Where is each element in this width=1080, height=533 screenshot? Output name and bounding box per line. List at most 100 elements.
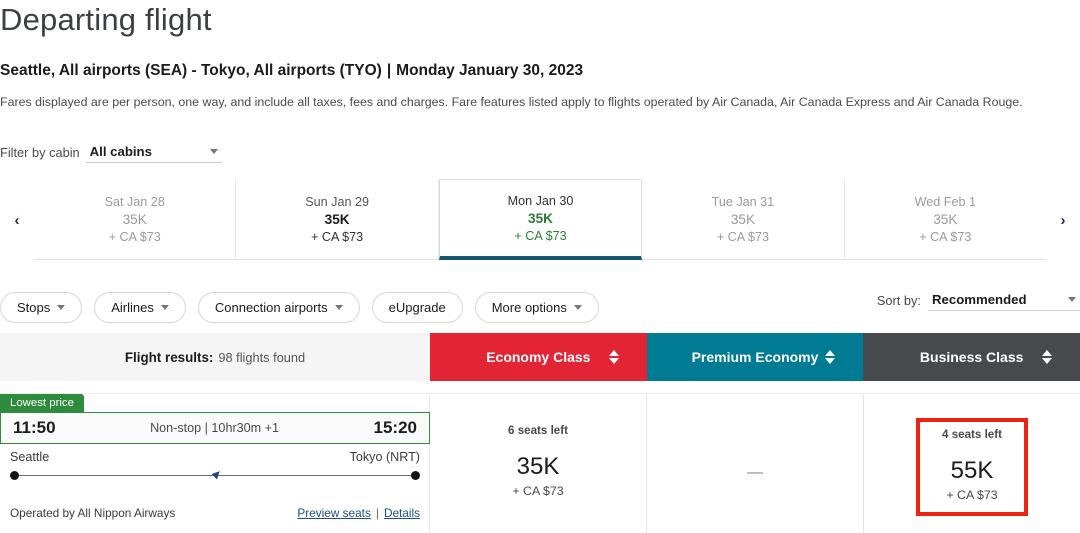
sort-by-label: Sort by: (876, 293, 921, 308)
operator-row: Operated by All Nippon Airways Preview s… (10, 506, 420, 520)
chevron-down-icon (1068, 297, 1076, 302)
chevron-down-icon (57, 304, 66, 310)
details-link[interactable]: Details (384, 506, 420, 520)
seats-left-business: 4 seats left (942, 428, 1002, 441)
sort-arrows-icon[interactable] (608, 350, 619, 364)
lowest-price-badge: Lowest price (0, 394, 84, 412)
destination-city: Tokyo (NRT) (349, 450, 420, 464)
class-header-premium-economy[interactable]: Premium Economy (646, 333, 864, 381)
date-tab-mon-jan-30[interactable]: Mon Jan 30 35K + CA $73 (438, 179, 643, 260)
class-header-business[interactable]: Business Class (863, 333, 1080, 381)
cabin-filter-select[interactable]: All cabins (85, 144, 222, 163)
date-tab-sun-jan-29[interactable]: Sun Jan 29 35K + CA $73 (236, 180, 439, 259)
filter-stops-button[interactable]: Stops (0, 291, 83, 323)
filter-label: eUpgrade (388, 299, 446, 315)
date-tab-day: Wed Feb 1 (914, 195, 977, 209)
date-tab-sat-jan-28[interactable]: Sat Jan 28 35K + CA $73 (34, 180, 237, 259)
class-header-bar: Flight results: 98 flights found Economy… (0, 333, 1080, 381)
fare-cell-economy[interactable]: 6 seats left 35K + CA $73 (430, 394, 647, 533)
class-header-label: Economy Class (486, 349, 591, 365)
filter-eupgrade-button[interactable]: eUpgrade (371, 291, 463, 323)
date-tab-day: Mon Jan 30 (507, 193, 574, 208)
date-tab-points: 35K (122, 212, 147, 227)
date-tab-points: 35K (933, 212, 958, 227)
fare-cell-premium-economy: — (647, 394, 864, 533)
route-endpoints: Seattle Tokyo (NRT) (10, 450, 420, 464)
filter-more-options-button[interactable]: More options (474, 291, 599, 323)
route-diagram: Seattle Tokyo (NRT) ▲ (10, 450, 420, 483)
flight-times: 11:50 Non-stop | 10hr30m +1 15:20 (0, 412, 430, 444)
filter-label: More options (491, 299, 567, 315)
date-tab-tax: + CA $73 (919, 230, 972, 244)
fare-points-business: 55K (950, 457, 994, 484)
flight-itinerary-pane: Lowest price 11:50 Non-stop | 10hr30m +1… (0, 394, 430, 533)
fare-unavailable-premium-economy: — (747, 464, 763, 481)
link-separator: | (375, 506, 379, 520)
chevron-down-icon (573, 304, 582, 310)
sort-by-control: Sort by: Recommended (877, 292, 1080, 311)
date-tab-points: 35K (324, 212, 350, 227)
destination-dot-icon (411, 471, 420, 480)
stops-and-duration: Non-stop | 10hr30m +1 (150, 421, 279, 435)
page-title: Departing flight (0, 2, 212, 37)
fare-points-economy: 35K (516, 453, 560, 480)
class-header-label: Premium Economy (691, 349, 819, 365)
fare-cell-business[interactable]: 4 seats left 55K + CA $73 (864, 394, 1080, 533)
flight-links: Preview seats | Details (297, 506, 420, 520)
prev-dates-button[interactable]: ‹ (0, 180, 34, 260)
flight-results-label: Flight results: (124, 349, 214, 365)
preview-seats-link[interactable]: Preview seats (297, 506, 370, 520)
date-strip: ‹ Sat Jan 28 35K + CA $73 Sun Jan 29 35K… (0, 179, 1080, 260)
origin-dot-icon (10, 471, 19, 480)
cabin-filter-label: Filter by cabin (0, 145, 80, 160)
departure-date: Monday January 30, 2023 (396, 62, 584, 79)
fare-disclaimer: Fares displayed are per person, one way,… (0, 95, 1023, 109)
filter-connection-airports-button[interactable]: Connection airports (197, 291, 360, 323)
sort-by-value: Recommended (932, 292, 1027, 307)
flight-results-count: 98 flights found (218, 349, 306, 365)
filter-label: Airlines (111, 299, 154, 315)
flight-result-row: Lowest price 11:50 Non-stop | 10hr30m +1… (0, 393, 1080, 533)
route-summary: Seattle, All airports (SEA) - Tokyo, All… (0, 62, 583, 80)
filter-label: Stops (17, 299, 51, 315)
next-dates-button[interactable]: › (1046, 180, 1080, 260)
date-cells: Sat Jan 28 35K + CA $73 Sun Jan 29 35K +… (34, 179, 1047, 260)
date-tab-day: Sun Jan 29 (305, 195, 369, 209)
date-tab-tax: + CA $73 (716, 230, 769, 244)
cabin-filter: Filter by cabin All cabins (0, 144, 222, 163)
seats-left-economy: 6 seats left (508, 424, 568, 437)
sort-arrows-icon[interactable] (1042, 350, 1053, 364)
fare-inner-business-highlighted: 4 seats left 55K + CA $73 (916, 418, 1028, 516)
filter-label: Connection airports (214, 299, 328, 315)
date-tab-tue-jan-31[interactable]: Tue Jan 31 35K + CA $73 (642, 180, 845, 259)
flight-results-summary: Flight results: 98 flights found (0, 333, 430, 381)
arrival-time: 15:20 (373, 418, 417, 437)
fare-tax-economy: + CA $73 (512, 484, 564, 498)
origin-city: Seattle (10, 450, 50, 464)
class-header-label: Business Class (919, 349, 1024, 365)
date-tab-points: 35K (528, 210, 553, 226)
date-tab-tax: + CA $73 (311, 230, 364, 244)
departure-time: 11:50 (13, 418, 56, 437)
date-tab-points: 35K (730, 212, 756, 227)
sort-by-select[interactable]: Recommended (928, 292, 1080, 311)
sort-arrows-icon[interactable] (825, 350, 836, 364)
date-tab-day: Tue Jan 31 (711, 195, 775, 209)
chevron-down-icon (160, 304, 169, 310)
cabin-filter-value: All cabins (89, 144, 152, 159)
route-line: ▲ (10, 464, 420, 483)
date-tab-tax: + CA $73 (108, 230, 161, 244)
date-tab-day: Sat Jan 28 (104, 195, 165, 209)
route-separator: | (386, 62, 392, 79)
class-header-economy[interactable]: Economy Class (430, 333, 647, 381)
filter-airlines-button[interactable]: Airlines (94, 291, 186, 323)
route-airports: Seattle, All airports (SEA) - Tokyo, All… (0, 62, 382, 79)
operated-by-text: Operated by All Nippon Airways (10, 506, 176, 520)
date-tab-tax: + CA $73 (514, 228, 567, 243)
chevron-down-icon (334, 304, 343, 310)
airplane-icon: ▲ (207, 463, 228, 484)
chevron-down-icon (209, 149, 218, 154)
fare-tax-business: + CA $73 (946, 488, 998, 502)
date-tab-wed-feb-1[interactable]: Wed Feb 1 35K + CA $73 (844, 180, 1047, 259)
fare-inner-economy: 6 seats left 35K + CA $73 (486, 418, 590, 508)
